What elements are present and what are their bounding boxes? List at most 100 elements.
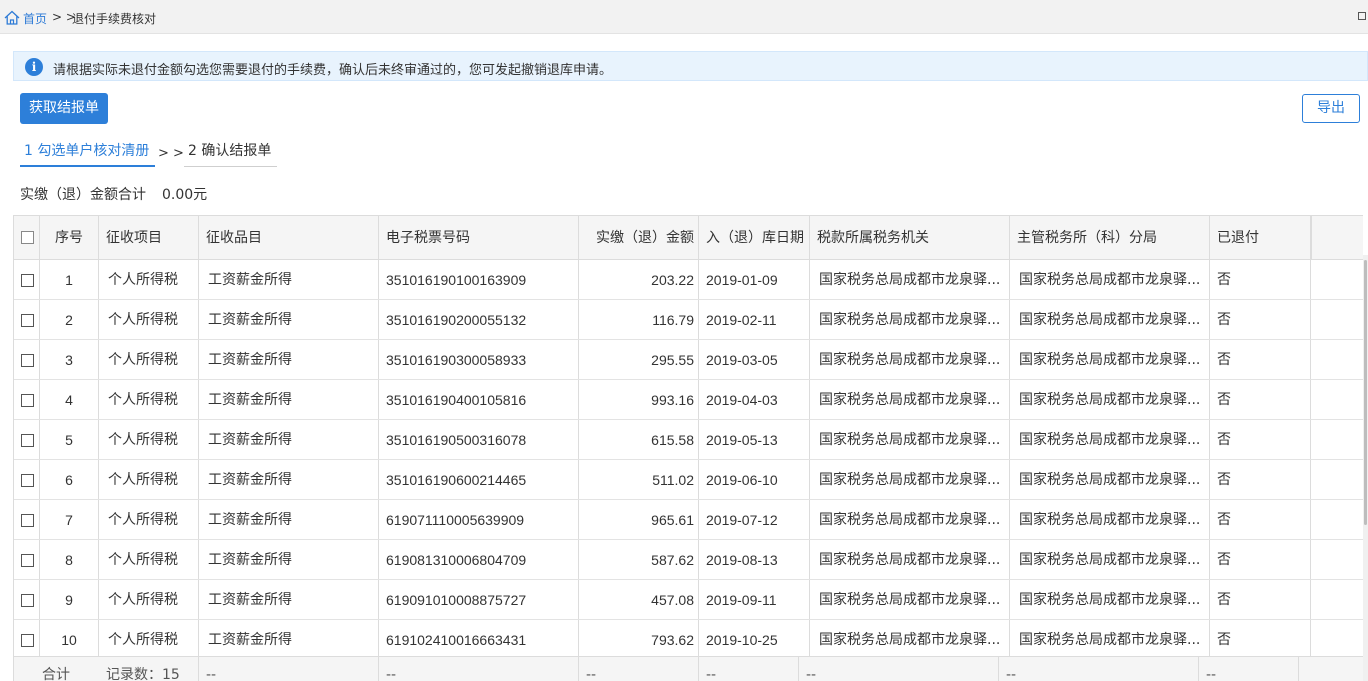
table-header: 序号 征收项目 征收品目 电子税票号码 实缴（退）金额 入（退）库日期 税款所属… (14, 216, 1363, 260)
tax-receipt-number: 619081310006804709 (379, 540, 579, 579)
levy-subitem: 工资薪金所得 (199, 620, 379, 659)
supervising-office: 国家税务总局成都市龙泉驿... (1010, 260, 1210, 299)
storage-date: 2019-02-11 (699, 300, 810, 339)
refunded-status: 否 (1210, 620, 1311, 659)
storage-date: 2019-09-11 (699, 580, 810, 619)
column-header[interactable]: 实缴（退）金额 (579, 216, 699, 259)
levy-item: 个人所得税 (99, 380, 199, 419)
footer-cell: -- (1199, 657, 1299, 681)
row-select-cell (14, 420, 40, 459)
row-spacer (1311, 620, 1363, 659)
row-checkbox[interactable] (21, 514, 34, 527)
column-header-spacer (1311, 216, 1363, 259)
tax-authority: 国家税务总局成都市龙泉驿... (810, 620, 1010, 659)
refunded-status: 否 (1210, 540, 1311, 579)
step-separator: > > (158, 146, 184, 161)
table-row[interactable]: 9 个人所得税 工资薪金所得 619091010008875727 457.08 2019… (14, 580, 1363, 620)
storage-date: 2019-07-12 (699, 500, 810, 539)
tab-step-2[interactable]: 2 确认结报单 (184, 141, 277, 167)
row-spacer (1311, 420, 1363, 459)
tab-step-1[interactable]: 1 勾选单户核对清册 (20, 141, 155, 167)
tax-receipt-number: 351016190600214465 (379, 460, 579, 499)
table-row[interactable]: 5 个人所得税 工资薪金所得 351016190500316078 615.58 2019… (14, 420, 1363, 460)
table-row[interactable]: 10 个人所得税 工资薪金所得 619102410016663431 793.62 201… (14, 620, 1363, 660)
levy-subitem: 工资薪金所得 (199, 540, 379, 579)
row-checkbox[interactable] (21, 394, 34, 407)
breadcrumb-home-link[interactable]: 首页 (23, 10, 47, 27)
storage-date: 2019-06-10 (699, 460, 810, 499)
supervising-office: 国家税务总局成都市龙泉驿... (1010, 460, 1210, 499)
row-checkbox[interactable] (21, 434, 34, 447)
home-icon[interactable] (4, 10, 20, 25)
row-checkbox[interactable] (21, 274, 34, 287)
row-select-cell (14, 340, 40, 379)
storage-date: 2019-01-09 (699, 260, 810, 299)
levy-subitem: 工资薪金所得 (199, 500, 379, 539)
row-spacer (1311, 260, 1363, 299)
table-row[interactable]: 7 个人所得税 工资薪金所得 619071110005639909 965.61 2019… (14, 500, 1363, 540)
amount-total-label: 实缴（退）金额合计 (20, 187, 146, 203)
tax-authority: 国家税务总局成都市龙泉驿... (810, 580, 1010, 619)
row-spacer (1311, 580, 1363, 619)
row-checkbox[interactable] (21, 314, 34, 327)
tax-receipt-number: 619091010008875727 (379, 580, 579, 619)
supervising-office: 国家税务总局成都市龙泉驿... (1010, 580, 1210, 619)
levy-subitem: 工资薪金所得 (199, 420, 379, 459)
paid-amount: 511.02 (579, 460, 699, 499)
tax-authority: 国家税务总局成都市龙泉驿... (810, 380, 1010, 419)
levy-subitem: 工资薪金所得 (199, 340, 379, 379)
levy-item: 个人所得税 (99, 260, 199, 299)
levy-item: 个人所得税 (99, 460, 199, 499)
levy-item: 个人所得税 (99, 300, 199, 339)
refunded-status: 否 (1210, 420, 1311, 459)
levy-subitem: 工资薪金所得 (199, 460, 379, 499)
table-row[interactable]: 6 个人所得税 工资薪金所得 351016190600214465 511.02 2019… (14, 460, 1363, 500)
row-checkbox[interactable] (21, 474, 34, 487)
column-header[interactable]: 征收项目 (99, 216, 199, 259)
row-spacer (1311, 380, 1363, 419)
row-checkbox[interactable] (21, 594, 34, 607)
storage-date: 2019-04-03 (699, 380, 810, 419)
tax-receipt-number: 619102410016663431 (379, 620, 579, 659)
levy-item: 个人所得税 (99, 620, 199, 659)
table-row[interactable]: 8 个人所得税 工资薪金所得 619081310006804709 587.62 2019… (14, 540, 1363, 580)
column-header[interactable]: 主管税务所（科）分局 (1010, 216, 1210, 259)
column-header[interactable]: 电子税票号码 (379, 216, 579, 259)
scrollbar-thumb[interactable] (1364, 260, 1367, 525)
row-select-cell (14, 500, 40, 539)
fetch-settlement-button[interactable]: 获取结报单 (20, 93, 108, 124)
column-header[interactable]: 税款所属税务机关 (810, 216, 1010, 259)
row-checkbox[interactable] (21, 554, 34, 567)
refunded-status: 否 (1210, 500, 1311, 539)
maximize-icon[interactable] (1358, 12, 1366, 20)
row-checkbox[interactable] (21, 634, 34, 647)
row-spacer (1311, 340, 1363, 379)
row-checkbox[interactable] (21, 354, 34, 367)
levy-item: 个人所得税 (99, 420, 199, 459)
paid-amount: 615.58 (579, 420, 699, 459)
column-header[interactable]: 已退付 (1210, 216, 1311, 259)
supervising-office: 国家税务总局成都市龙泉驿... (1010, 620, 1210, 659)
table-row[interactable]: 1 个人所得税 工资薪金所得 351016190100163909 203.22 2019… (14, 260, 1363, 300)
levy-subitem: 工资薪金所得 (199, 260, 379, 299)
row-select-cell (14, 380, 40, 419)
export-button[interactable]: 导出 (1302, 94, 1360, 123)
refunded-status: 否 (1210, 460, 1311, 499)
column-header[interactable]: 序号 (40, 216, 99, 259)
column-header[interactable]: 征收品目 (199, 216, 379, 259)
table-footer: 合计 记录数：15 -- -- -- -- -- -- -- (14, 656, 1363, 681)
select-all-checkbox[interactable] (21, 231, 34, 244)
row-select-cell (14, 460, 40, 499)
table-row[interactable]: 2 个人所得税 工资薪金所得 351016190200055132 116.79 2019… (14, 300, 1363, 340)
table-row[interactable]: 4 个人所得税 工资薪金所得 351016190400105816 993.16 2019… (14, 380, 1363, 420)
tax-receipt-number: 351016190400105816 (379, 380, 579, 419)
row-select-cell (14, 260, 40, 299)
table-scrollbar[interactable] (1363, 255, 1368, 681)
tax-authority: 国家税务总局成都市龙泉驿... (810, 420, 1010, 459)
row-index: 9 (40, 580, 99, 619)
column-header[interactable]: 入（退）库日期 (699, 216, 810, 259)
paid-amount: 793.62 (579, 620, 699, 659)
table-row[interactable]: 3 个人所得税 工资薪金所得 351016190300058933 295.55 2019… (14, 340, 1363, 380)
footer-cell: -- (199, 657, 379, 681)
storage-date: 2019-03-05 (699, 340, 810, 379)
